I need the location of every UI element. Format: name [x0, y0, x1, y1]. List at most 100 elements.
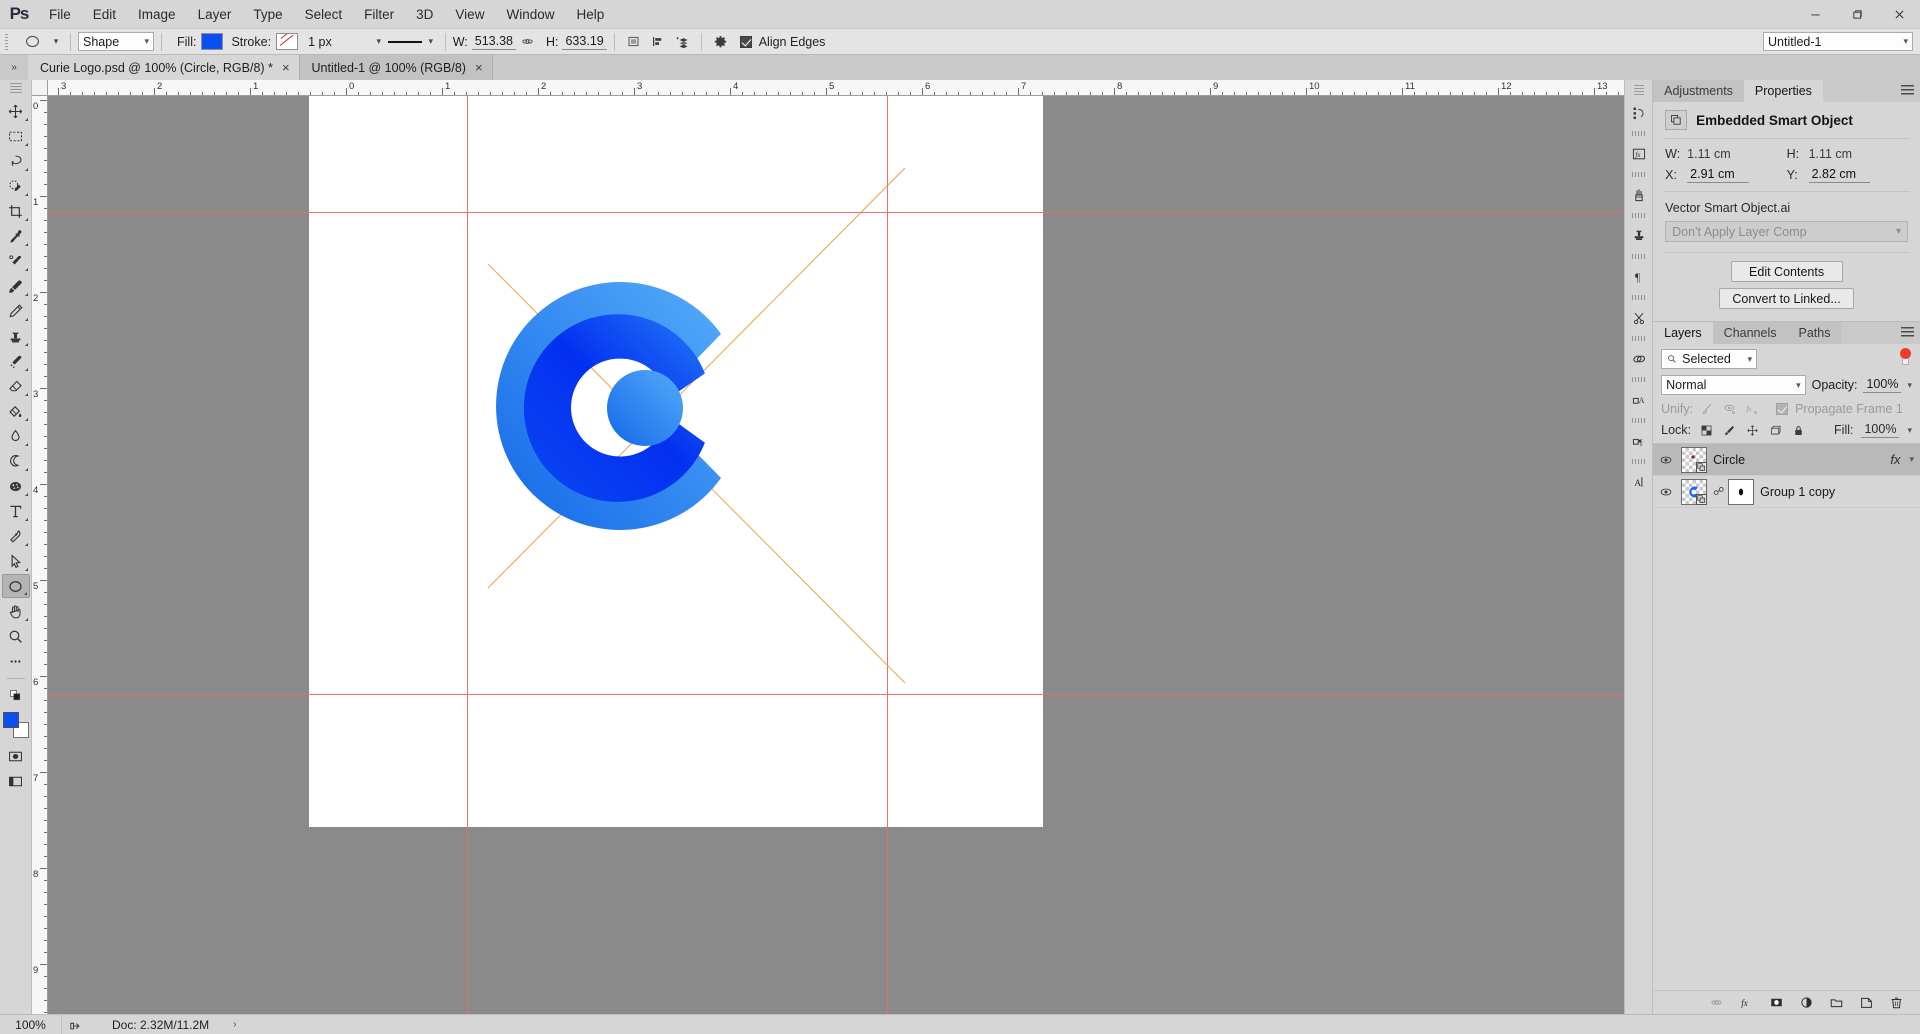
layer-thumbnail[interactable]: [1681, 446, 1708, 473]
layer-effects-chevron-down-icon[interactable]: ▾: [1909, 454, 1914, 465]
menu-layer[interactable]: Layer: [187, 0, 243, 29]
panel-menu-icon[interactable]: [1901, 327, 1914, 338]
delete-layer-icon[interactable]: [1888, 995, 1904, 1011]
path-arrangement-icon[interactable]: [670, 31, 694, 53]
gradient-tool[interactable]: [2, 399, 30, 423]
menu-window[interactable]: Window: [495, 0, 565, 29]
layer-filter-select[interactable]: Selected ▾: [1661, 349, 1758, 369]
tab-channels[interactable]: Channels: [1712, 322, 1788, 344]
sponge-tool[interactable]: [2, 474, 30, 498]
blur-tool[interactable]: [2, 424, 30, 448]
ellipse-tool[interactable]: [1, 574, 30, 598]
menu-help[interactable]: Help: [565, 0, 615, 29]
menu-type[interactable]: Type: [242, 0, 293, 29]
tab-layers[interactable]: Layers: [1653, 322, 1713, 344]
document-tab-curie-logo[interactable]: Curie Logo.psd @ 100% (Circle, RGB/8) * …: [28, 55, 300, 80]
move-tool[interactable]: [2, 99, 30, 123]
spot-healing-brush-tool[interactable]: [2, 249, 30, 273]
history-icon[interactable]: [1626, 99, 1652, 127]
menu-select[interactable]: Select: [294, 0, 354, 29]
lock-transparent-pixels-icon[interactable]: [1699, 423, 1714, 437]
menu-3d[interactable]: 3D: [405, 0, 444, 29]
clone-source-icon[interactable]: [1626, 222, 1652, 250]
cut-icon[interactable]: [1626, 304, 1652, 332]
path-selection-tool[interactable]: [2, 549, 30, 573]
clone-stamp-tool[interactable]: [2, 324, 30, 348]
lock-position-icon[interactable]: [1745, 423, 1760, 437]
tool-preset-chevron-down-icon[interactable]: ▾: [49, 36, 63, 47]
menu-filter[interactable]: Filter: [353, 0, 405, 29]
screen-mode-icon[interactable]: [2, 769, 30, 793]
panel-menu-icon[interactable]: [1901, 85, 1914, 96]
layer-effects-icon[interactable]: fx: [1890, 452, 1900, 467]
pencil-tool[interactable]: [2, 299, 30, 323]
brush-tool[interactable]: [2, 274, 30, 298]
edit-contents-button[interactable]: Edit Contents: [1730, 261, 1843, 282]
character-styles-icon[interactable]: A: [1626, 386, 1652, 414]
lock-artboard-nesting-icon[interactable]: [1768, 423, 1783, 437]
guide-horizontal-top[interactable]: [48, 212, 1625, 213]
layer-visibility-icon[interactable]: [1657, 483, 1675, 501]
blend-mode-select[interactable]: Normal ▾: [1661, 375, 1806, 395]
convert-to-linked-button[interactable]: Convert to Linked...: [1719, 288, 1854, 309]
mask-link-icon[interactable]: ☍: [1713, 485, 1724, 498]
layer-comp-select[interactable]: Don't Apply Layer Comp ▾: [1665, 221, 1908, 242]
close-button[interactable]: [1878, 0, 1920, 29]
zoom-level[interactable]: 100%: [0, 1014, 62, 1034]
foreground-background-colors[interactable]: [2, 712, 29, 738]
table-row[interactable]: Circle fx ▾: [1653, 444, 1920, 476]
ruler-corner[interactable]: [32, 80, 48, 96]
lock-all-icon[interactable]: [1791, 423, 1806, 437]
tab-adjustments[interactable]: Adjustments: [1653, 80, 1744, 102]
tab-properties[interactable]: Properties: [1743, 80, 1823, 102]
type-tool[interactable]: [2, 499, 30, 523]
filter-toggle-switch[interactable]: [1899, 348, 1912, 365]
guide-horizontal-bottom[interactable]: [48, 694, 1625, 695]
edit-in-quick-mask-icon[interactable]: [2, 744, 30, 768]
actions-icon[interactable]: [1626, 345, 1652, 373]
rectangular-marquee-tool[interactable]: [2, 124, 30, 148]
stroke-style-chevron-down-icon[interactable]: ▾: [424, 36, 438, 47]
tab-paths[interactable]: Paths: [1787, 322, 1842, 344]
add-layer-mask-icon[interactable]: [1768, 995, 1784, 1011]
menu-edit[interactable]: Edit: [82, 0, 127, 29]
document-tab-untitled-1[interactable]: Untitled-1 @ 100% (RGB/8) ×: [299, 55, 493, 80]
close-icon[interactable]: ×: [475, 60, 483, 75]
layer-visibility-icon[interactable]: [1657, 451, 1675, 469]
shape-width-field[interactable]: W: 513.38: [453, 32, 516, 51]
close-icon[interactable]: ×: [282, 60, 290, 75]
eyedropper-tool[interactable]: [2, 224, 30, 248]
canvas-stage[interactable]: [48, 96, 1625, 1014]
horizontal-ruler[interactable]: 3 2 1 0 1 2 3 4 5 6 7 8 9 10 11 12 13: [48, 80, 1625, 96]
link-icon[interactable]: [516, 31, 540, 53]
new-adjustment-layer-icon[interactable]: [1798, 995, 1814, 1011]
ellipse-tool-icon[interactable]: [15, 31, 49, 53]
stroke-style-preview[interactable]: [386, 32, 424, 51]
menu-image[interactable]: Image: [127, 0, 187, 29]
eraser-tool[interactable]: [2, 374, 30, 398]
layer-mask-thumbnail[interactable]: [1728, 478, 1755, 505]
add-layer-style-icon[interactable]: fx: [1738, 995, 1754, 1011]
vertical-ruler[interactable]: 0 1 2 3 4 5 6 7 8 9: [32, 96, 48, 1014]
menu-file[interactable]: File: [38, 0, 82, 29]
shape-mode-select[interactable]: Shape ▾: [78, 32, 154, 51]
pen-tool[interactable]: [2, 524, 30, 548]
restore-button[interactable]: [1836, 0, 1878, 29]
link-layers-icon[interactable]: [1708, 995, 1724, 1011]
opacity-value[interactable]: 100%: [1863, 377, 1902, 393]
property-x[interactable]: X: 2.91 cm: [1665, 167, 1786, 183]
foreground-color-swatch[interactable]: [2, 712, 19, 728]
zoom-tool[interactable]: [2, 624, 30, 648]
property-y[interactable]: Y: 2.82 cm: [1787, 167, 1908, 183]
options-bar-grip[interactable]: [0, 29, 12, 55]
rail-grip[interactable]: [1633, 85, 1644, 95]
quick-selection-tool[interactable]: [2, 174, 30, 198]
gear-icon[interactable]: [709, 31, 733, 53]
crop-tool[interactable]: [2, 199, 30, 223]
stroke-width-field[interactable]: 1 px: [308, 32, 332, 51]
glyphs-icon[interactable]: A: [1626, 468, 1652, 496]
paragraph-styles-icon[interactable]: ¶: [1626, 427, 1652, 455]
align-edges-checkbox[interactable]: [739, 35, 752, 48]
more-tools-icon[interactable]: [2, 649, 30, 673]
path-alignment-icon[interactable]: [646, 31, 670, 53]
